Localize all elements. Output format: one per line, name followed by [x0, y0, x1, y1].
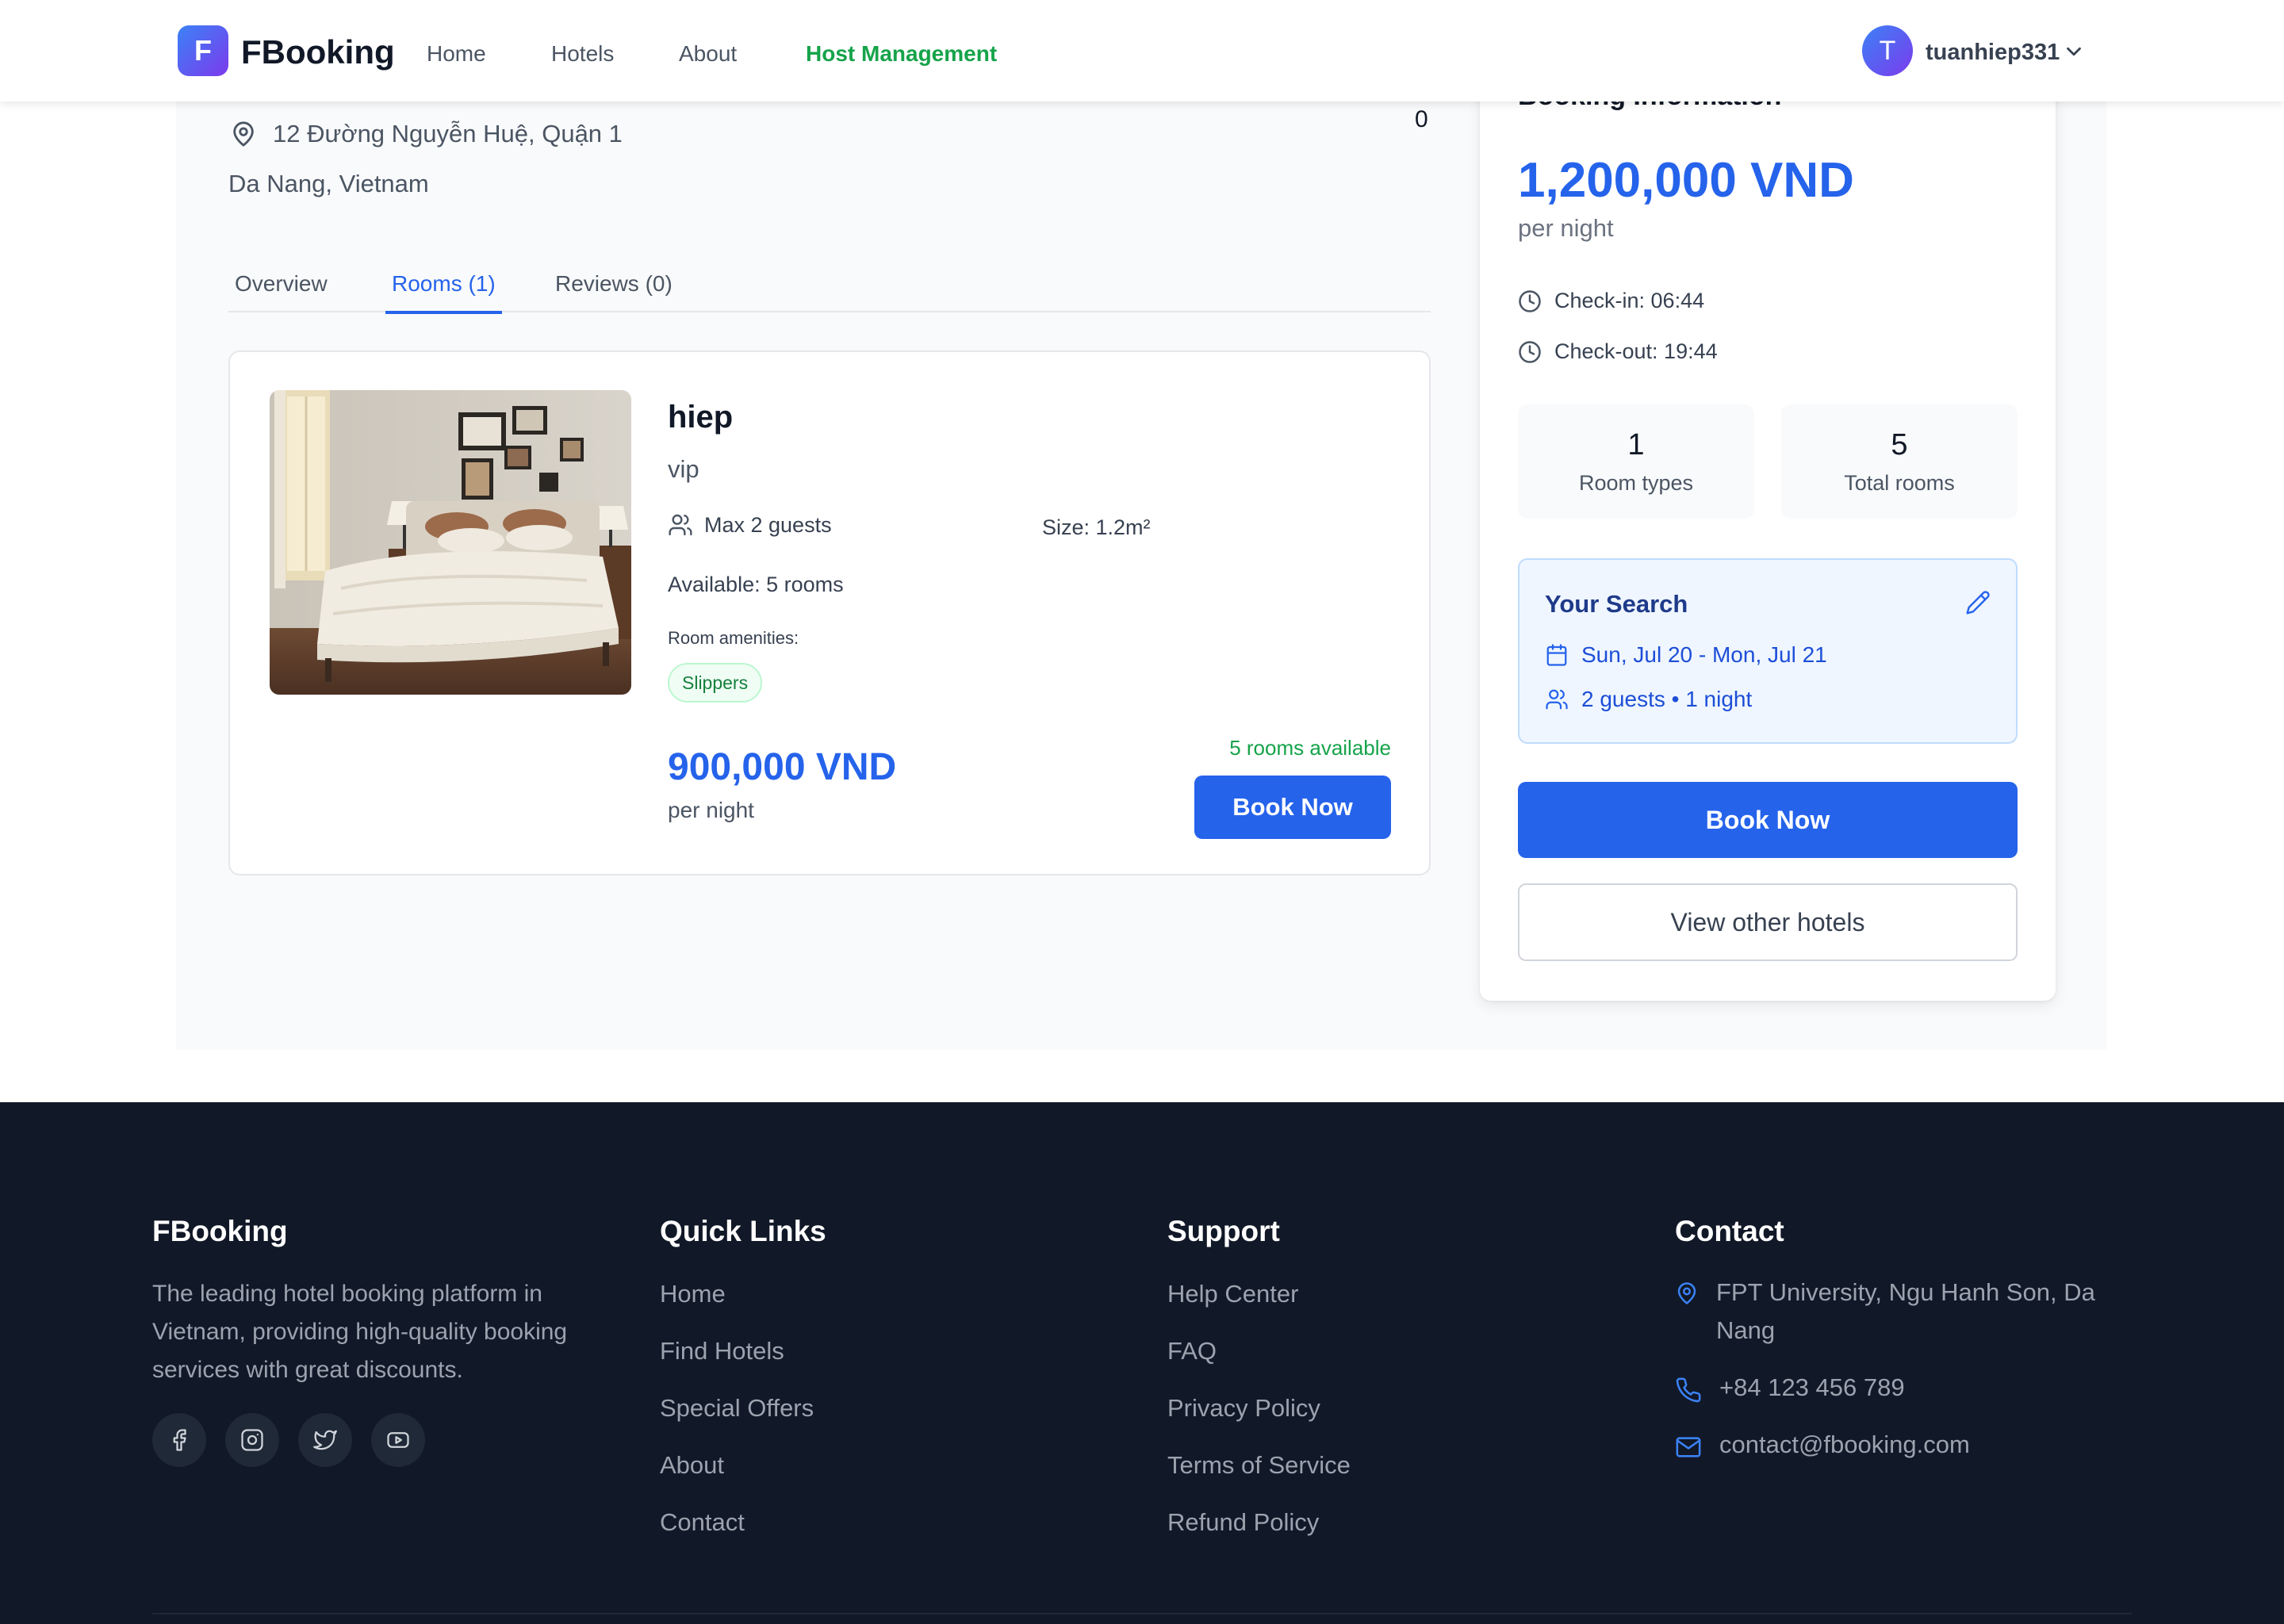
footer-contact-title: Contact: [1675, 1215, 1784, 1247]
tab-rooms[interactable]: Rooms (1): [385, 271, 502, 314]
footer-divider: [152, 1613, 2132, 1614]
footer-link-faq[interactable]: FAQ: [1167, 1337, 1217, 1365]
youtube-icon[interactable]: [371, 1413, 425, 1467]
hotel-address: 12 Đường Nguyễn Huệ, Quận 1: [230, 119, 623, 149]
mail-icon: [1676, 1437, 1701, 1457]
footer-description: The leading hotel booking platform in Vi…: [152, 1281, 568, 1383]
checkin-row: Check-in: 06:44: [1518, 289, 1704, 313]
room-per-night: per night: [668, 798, 754, 822]
booking-per-night: per night: [1518, 214, 1614, 242]
room-price: 900,000 VND: [668, 746, 897, 788]
footer-link-privacy[interactable]: Privacy Policy: [1167, 1394, 1320, 1423]
calendar-icon: [1546, 644, 1567, 666]
footer-address-text: FPT University, Ngu Hanh Son, Da Nang: [1716, 1278, 2095, 1344]
footer-link-terms[interactable]: Terms of Service: [1167, 1451, 1351, 1480]
facebook-icon[interactable]: [152, 1413, 206, 1467]
checkin-time: Check-in: 06:44: [1554, 289, 1705, 312]
search-guests: 2 guests • 1 night: [1581, 687, 1753, 711]
your-search-title: Your Search: [1545, 590, 1688, 618]
stat-value: 5: [1891, 428, 1908, 462]
footer-link-contact[interactable]: Contact: [660, 1508, 745, 1537]
footer-support-title: Support: [1167, 1215, 1280, 1247]
search-dates: Sun, Jul 20 - Mon, Jul 21: [1581, 642, 1827, 667]
nav-about[interactable]: About: [679, 41, 737, 67]
stat-room-types: 1 Room types: [1518, 404, 1754, 519]
nav-host-management[interactable]: Host Management: [806, 41, 997, 67]
nav-home[interactable]: Home: [427, 41, 486, 67]
rooms-available-badge: 5 rooms available: [1229, 736, 1391, 760]
search-guests-row: 2 guests • 1 night: [1545, 687, 1752, 712]
checkout-time: Check-out: 19:44: [1554, 339, 1718, 363]
edit-icon[interactable]: [1965, 590, 1991, 615]
clock-icon: [1519, 289, 1541, 312]
tab-overview[interactable]: Overview: [235, 271, 328, 311]
stat-total-rooms: 5 Total rooms: [1781, 404, 2018, 519]
footer-link-find-hotels[interactable]: Find Hotels: [660, 1337, 784, 1365]
room-max-guests: Max 2 guests: [668, 512, 832, 538]
room-amenities-label: Room amenities:: [668, 628, 799, 648]
room-available: Available: 5 rooms: [668, 573, 844, 596]
booking-price: 1,200,000 VND: [1518, 153, 1854, 208]
top-navbar: F FBooking Home Hotels About Host Manage…: [0, 0, 2284, 102]
room-book-now-button[interactable]: Book Now: [1194, 776, 1391, 839]
footer-link-special-offers[interactable]: Special Offers: [660, 1394, 814, 1423]
footer-link-home[interactable]: Home: [660, 1280, 726, 1308]
tab-reviews[interactable]: Reviews (0): [555, 271, 673, 311]
room-type: vip: [668, 455, 699, 483]
map-pin-icon: [1677, 1282, 1696, 1304]
footer-contact-phone: +84 123 456 789: [1675, 1369, 1905, 1407]
search-dates-row: Sun, Jul 20 - Mon, Jul 21: [1545, 642, 1827, 668]
checkout-row: Check-out: 19:44: [1518, 339, 1718, 364]
footer-contact-email: contact@fbooking.com: [1675, 1426, 1970, 1464]
map-pin-icon: [233, 121, 254, 147]
stat-label: Total rooms: [1844, 471, 1955, 495]
view-other-hotels-button[interactable]: View other hotels: [1518, 883, 2018, 961]
book-now-button[interactable]: Book Now: [1518, 782, 2018, 858]
footer-contact-address: FPT University, Ngu Hanh Son, Da Nang: [1675, 1274, 2119, 1350]
phone-icon: [1676, 1377, 1701, 1403]
footer-brand: FBooking: [152, 1215, 288, 1247]
booking-info-card: Booking Information 1,200,000 VND per ni…: [1480, 63, 2056, 1001]
users-icon: [1546, 689, 1568, 710]
room-max-guests-text: Max 2 guests: [704, 512, 832, 537]
logo-icon[interactable]: F: [178, 25, 228, 76]
footer-quick-links-title: Quick Links: [660, 1215, 826, 1247]
footer-link-help-center[interactable]: Help Center: [1167, 1280, 1298, 1308]
user-name[interactable]: tuanhiep331: [1926, 40, 2060, 66]
stat-label: Room types: [1578, 471, 1694, 495]
room-card: hiep vip Max 2 guests Size: 1.2m² Availa…: [228, 350, 1431, 875]
room-size: Size: 1.2m²: [1042, 515, 1151, 539]
rating-count: 0: [1415, 106, 1428, 132]
hotel-tabs: Overview Rooms (1) Reviews (0): [228, 262, 1431, 314]
hotel-address-text: 12 Đường Nguyễn Huệ, Quận 1: [273, 120, 623, 147]
stat-value: 1: [1627, 428, 1645, 462]
footer: FBooking The leading hotel booking platf…: [0, 1102, 2284, 1624]
footer-phone-text[interactable]: +84 123 456 789: [1719, 1369, 1905, 1407]
room-image[interactable]: [270, 390, 631, 695]
users-icon: [669, 514, 692, 536]
amenity-chip: Slippers: [668, 663, 763, 703]
chevron-down-icon[interactable]: [2062, 40, 2086, 63]
avatar[interactable]: T: [1862, 25, 1913, 76]
nav-hotels[interactable]: Hotels: [551, 41, 614, 67]
instagram-icon[interactable]: [225, 1413, 279, 1467]
brand-name[interactable]: FBooking: [241, 33, 395, 71]
footer-link-refund[interactable]: Refund Policy: [1167, 1508, 1319, 1537]
clock-icon: [1519, 340, 1541, 363]
twitter-icon[interactable]: [298, 1413, 352, 1467]
hotel-city: Da Nang, Vietnam: [228, 170, 429, 197]
footer-email-text[interactable]: contact@fbooking.com: [1719, 1426, 1970, 1464]
your-search-box: Your Search Sun, Jul 20 - Mon, Jul 21 2 …: [1518, 558, 2018, 744]
room-name: hiep: [668, 400, 734, 435]
footer-link-about[interactable]: About: [660, 1451, 724, 1480]
